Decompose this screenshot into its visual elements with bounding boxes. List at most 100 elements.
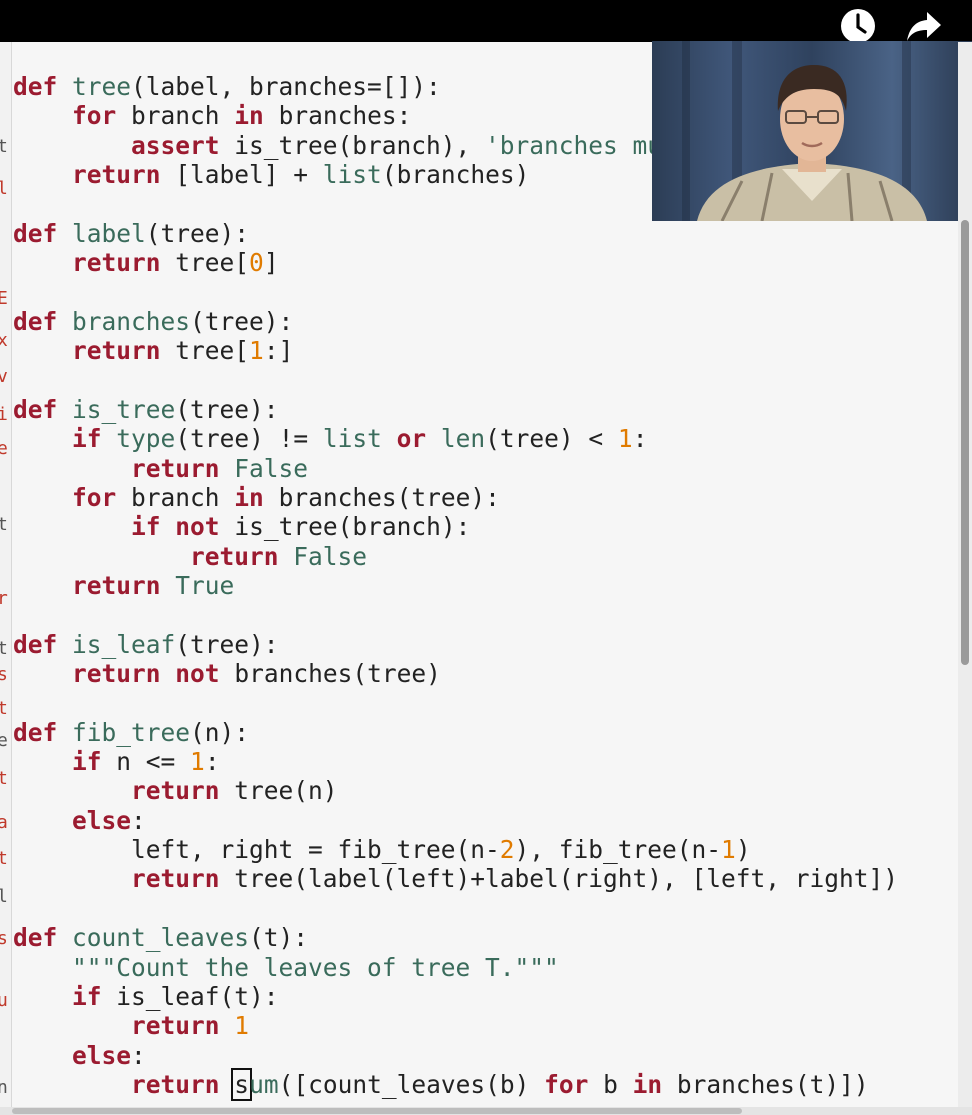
gutter-mark: E	[0, 288, 8, 309]
code-token: 1	[190, 747, 205, 777]
gutter-mark: s	[0, 664, 8, 685]
code-token: def	[13, 72, 58, 101]
code-line[interactable]: left, right = fib_tree(n-2), fib_tree(n-…	[13, 835, 751, 864]
share-button[interactable]	[904, 6, 944, 46]
code-token: (tree):	[175, 394, 279, 424]
horizontal-scrollbar-thumb[interactable]	[12, 1108, 742, 1114]
code-token: is_tree(branch),	[219, 130, 486, 160]
code-line[interactable]: return tree[1:]	[13, 336, 293, 365]
code-line[interactable]: def is_tree(tree):	[13, 395, 279, 424]
gutter-mark: u	[0, 990, 8, 1011]
code-line[interactable]: def fib_tree(n):	[13, 718, 249, 747]
code-token: branches:	[263, 101, 412, 131]
code-token: False	[234, 453, 309, 483]
gutter-mark: t	[0, 848, 8, 869]
code-line[interactable]: if n <= 1:	[13, 747, 220, 776]
code-line[interactable]: def branches(tree):	[13, 307, 293, 336]
code-line[interactable]: for branch in branches:	[13, 101, 411, 130]
watch-later-button[interactable]	[838, 6, 878, 46]
code-line[interactable]: return not branches(tree)	[13, 659, 441, 688]
code-line[interactable]: return False	[13, 454, 308, 483]
code-line[interactable]: for branch in branches(tree):	[13, 483, 500, 512]
code-token: if	[131, 512, 161, 542]
code-line[interactable]: def tree(label, branches=[]):	[13, 72, 441, 101]
code-token: branch	[116, 101, 235, 131]
code-token: def	[13, 394, 58, 424]
code-token: tree(label(left)+label(right), [left, ri…	[219, 864, 899, 894]
code-token: count_leaves	[72, 923, 250, 953]
code-token: def	[13, 218, 58, 248]
code-line[interactable]: def is_leaf(tree):	[13, 630, 279, 659]
code-token: (label, branches=[]):	[131, 72, 441, 101]
code-line[interactable]: return True	[13, 571, 234, 600]
code-token: return	[131, 1011, 220, 1041]
code-line[interactable]: return tree(n)	[13, 776, 338, 805]
gutter-mark: a	[0, 812, 8, 833]
code-token: :]	[263, 336, 294, 366]
code-line[interactable]: def count_leaves(t):	[13, 923, 308, 952]
code-line[interactable]: """Count the leaves of tree T."""	[13, 953, 559, 982]
code-token: is_tree	[72, 394, 176, 424]
code-token: branch	[116, 482, 235, 512]
code-line[interactable]: return tree(label(left)+label(right), [l…	[13, 864, 898, 893]
code-line[interactable]: return [label] + list(branches)	[13, 160, 529, 189]
scrollbar-thumb[interactable]	[961, 220, 969, 665]
code-token: is_leaf	[72, 629, 176, 659]
code-token: (tree) !=	[175, 424, 323, 454]
code-token: not	[175, 512, 220, 542]
code-line[interactable]: return 1	[13, 1011, 249, 1040]
vertical-scrollbar[interactable]	[958, 42, 972, 1107]
code-token: ([count_leaves(b)	[278, 1069, 545, 1099]
code-token: else	[72, 805, 132, 835]
code-token: :	[131, 1040, 146, 1070]
code-line[interactable]: if type(tree) != list or len(tree) < 1:	[13, 424, 647, 453]
code-token: (branches)	[381, 160, 530, 190]
code-line[interactable]: return tree[0]	[13, 248, 279, 277]
code-line[interactable]: return False	[13, 542, 367, 571]
code-line[interactable]: else:	[13, 806, 146, 835]
editor-gutter: tlExvietrtstetatlsun	[0, 42, 12, 1107]
horizontal-scrollbar[interactable]	[0, 1107, 972, 1115]
code-token: (tree):	[145, 218, 250, 248]
gutter-mark: r	[0, 588, 8, 609]
code-token: True	[175, 570, 235, 600]
code-token: tree(n)	[219, 776, 338, 806]
code-token: label	[72, 218, 146, 248]
code-token: :	[131, 805, 146, 835]
code-token: branches(tree):	[263, 482, 500, 512]
gutter-mark: t	[0, 698, 8, 719]
code-token: return	[131, 1069, 220, 1099]
code-token: :	[204, 747, 220, 777]
code-token: return	[131, 453, 220, 483]
code-line[interactable]: if not is_tree(branch):	[13, 512, 470, 541]
code-line[interactable]: return sum([count_leaves(b) for b in bra…	[13, 1067, 869, 1101]
code-token: in	[632, 1069, 663, 1099]
code-token: in	[234, 482, 264, 512]
code-line[interactable]: def label(tree):	[13, 219, 249, 248]
code-token: type	[116, 424, 176, 454]
code-token: ), fib_tree(n-	[514, 835, 722, 865]
code-token: def	[13, 717, 58, 747]
code-token: 1	[234, 1011, 250, 1041]
code-token: return	[72, 160, 161, 190]
code-token: return	[190, 541, 279, 571]
code-token: for	[72, 101, 117, 131]
code-token: return	[131, 776, 220, 806]
code-line[interactable]: else:	[13, 1041, 146, 1070]
code-line[interactable]: if is_leaf(t):	[13, 982, 279, 1011]
